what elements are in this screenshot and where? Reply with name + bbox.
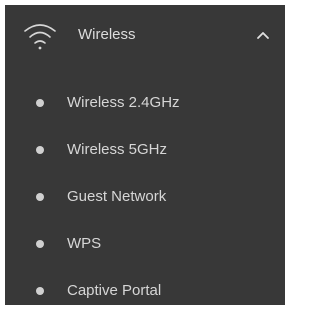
bullet-icon: [36, 193, 44, 201]
bullet-icon: [36, 240, 44, 248]
menu-header-label: Wireless: [78, 26, 136, 43]
bullet-icon: [36, 146, 44, 154]
submenu-item-wps[interactable]: WPS: [5, 221, 285, 268]
submenu-item-wireless-24ghz[interactable]: Wireless 2.4GHz: [5, 80, 285, 127]
submenu-item-label: Captive Portal: [67, 282, 162, 299]
bullet-icon: [36, 99, 44, 107]
wifi-icon: [24, 24, 56, 50]
menu-header-wireless[interactable]: Wireless: [5, 5, 285, 67]
sidebar-menu-panel: Wireless Wireless 2.4GHz Wireless 5GHz G…: [5, 5, 285, 305]
submenu-item-wireless-5ghz[interactable]: Wireless 5GHz: [5, 127, 285, 174]
submenu-item-label: Wireless 2.4GHz: [67, 94, 180, 111]
submenu-item-label: Guest Network: [67, 188, 167, 205]
bullet-icon: [36, 287, 44, 295]
submenu-item-label: WPS: [67, 235, 102, 252]
chevron-up-icon[interactable]: [255, 29, 271, 41]
submenu-item-captive-portal[interactable]: Captive Portal: [5, 268, 285, 305]
wireless-submenu: Wireless 2.4GHz Wireless 5GHz Guest Netw…: [5, 80, 285, 305]
submenu-item-label: Wireless 5GHz: [67, 141, 168, 158]
submenu-item-guest-network[interactable]: Guest Network: [5, 174, 285, 221]
